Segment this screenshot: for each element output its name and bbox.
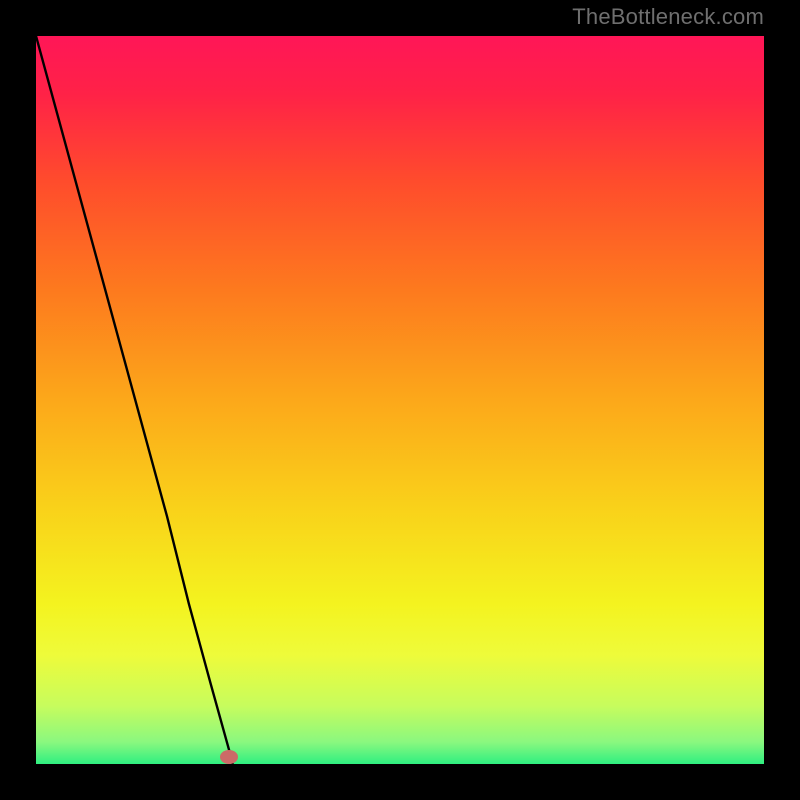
minimum-marker <box>220 750 238 764</box>
plot-area <box>36 36 764 764</box>
bottleneck-curve <box>36 36 764 764</box>
chart-frame: TheBottleneck.com <box>0 0 800 800</box>
watermark-text: TheBottleneck.com <box>572 4 764 30</box>
